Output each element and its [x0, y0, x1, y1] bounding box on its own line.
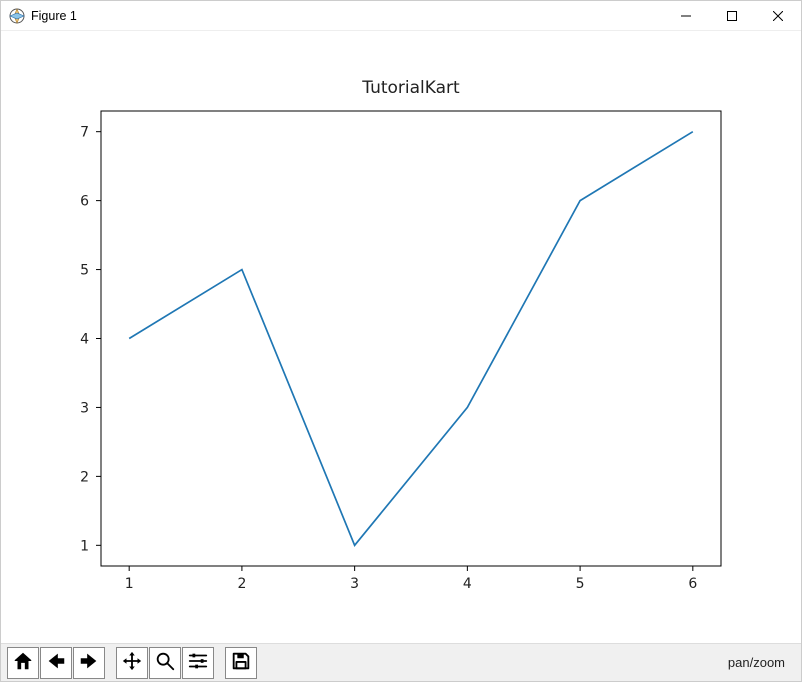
- save-button[interactable]: [225, 647, 257, 679]
- x-tick-label: 1: [125, 576, 134, 592]
- y-tick-label: 4: [80, 332, 89, 348]
- home-button[interactable]: [7, 647, 39, 679]
- y-tick-label: 7: [80, 125, 89, 141]
- axes-frame: [101, 111, 721, 566]
- figure-canvas[interactable]: TutorialKart 1 2 3 4 5 6 1 2 3 4 5 6 7: [1, 31, 801, 643]
- magnifier-icon: [154, 650, 176, 675]
- zoom-button[interactable]: [149, 647, 181, 679]
- configure-button[interactable]: [182, 647, 214, 679]
- x-tick-label: 5: [576, 576, 585, 592]
- x-tick-label: 3: [350, 576, 359, 592]
- sliders-icon: [187, 650, 209, 675]
- y-tick-label: 2: [80, 469, 89, 485]
- window-minimize-button[interactable]: [663, 1, 709, 31]
- pan-button[interactable]: [116, 647, 148, 679]
- status-text: pan/zoom: [728, 655, 795, 670]
- home-icon: [12, 650, 34, 675]
- y-tick-label: 1: [80, 538, 89, 554]
- arrow-right-icon: [78, 650, 100, 675]
- save-icon: [230, 650, 252, 675]
- window-title: Figure 1: [31, 9, 77, 23]
- forward-button[interactable]: [73, 647, 105, 679]
- x-tick-label: 2: [237, 576, 246, 592]
- back-button[interactable]: [40, 647, 72, 679]
- window-titlebar: Figure 1: [1, 1, 801, 31]
- x-tick-label: 6: [688, 576, 697, 592]
- chart-title: TutorialKart: [361, 78, 460, 98]
- y-tick-label: 5: [80, 263, 89, 279]
- move-icon: [121, 650, 143, 675]
- y-tick-label: 6: [80, 194, 89, 210]
- window-maximize-button[interactable]: [709, 1, 755, 31]
- window-close-button[interactable]: [755, 1, 801, 31]
- app-icon: [9, 8, 25, 24]
- x-tick-label: 4: [463, 576, 472, 592]
- y-tick-label: 3: [80, 400, 89, 416]
- nav-toolbar: pan/zoom: [1, 643, 801, 681]
- data-line: [129, 132, 693, 546]
- arrow-left-icon: [45, 650, 67, 675]
